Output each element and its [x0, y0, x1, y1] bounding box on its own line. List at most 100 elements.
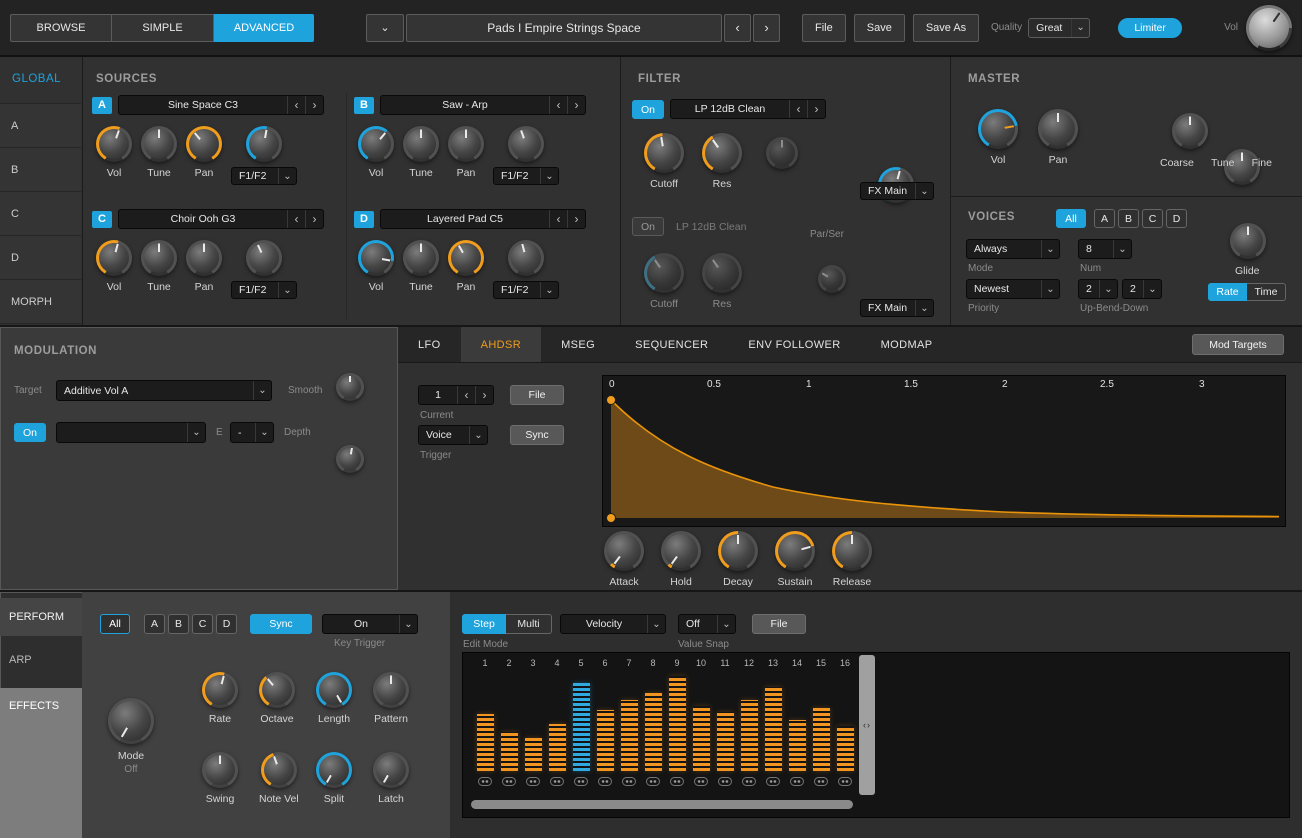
vol-knob[interactable] — [358, 240, 394, 276]
arp-b-button[interactable]: B — [168, 614, 189, 634]
mod-targets-button[interactable]: Mod Targets — [1192, 334, 1284, 355]
step-tie[interactable] — [809, 777, 833, 786]
master-volume-knob[interactable] — [1246, 5, 1292, 51]
cutoff-knob[interactable] — [644, 133, 684, 173]
edit-step-button[interactable]: Step — [462, 614, 506, 634]
prev-icon[interactable]: ‹ — [549, 210, 567, 228]
voices-mode-select[interactable]: Always ⌄ — [966, 239, 1060, 259]
step-tie[interactable] — [641, 777, 665, 786]
step-bar[interactable] — [713, 673, 737, 771]
filter1-extra-knob[interactable] — [766, 137, 798, 169]
nav-item-b[interactable]: B — [0, 147, 81, 191]
step-bar[interactable] — [785, 673, 809, 771]
step-bar[interactable] — [617, 673, 641, 771]
envelope-index-field[interactable]: 1 ‹ › — [418, 385, 494, 405]
coarse-tune-knob[interactable] — [1172, 113, 1208, 149]
zoom-scroll-handle[interactable]: ‹› — [859, 655, 875, 795]
filter2-type-field[interactable]: LP 12dB Clean — [676, 221, 746, 233]
step-tie[interactable] — [569, 777, 593, 786]
limiter-button[interactable]: Limiter — [1118, 18, 1182, 38]
tune-knob[interactable] — [403, 126, 439, 162]
filter1-route-select[interactable]: FX Main ⌄ — [860, 182, 934, 200]
arp-c-button[interactable]: C — [192, 614, 213, 634]
source-name-field[interactable]: Sine Space C3 ‹ › — [118, 95, 324, 115]
prev-icon[interactable]: ‹ — [287, 96, 305, 114]
step-bar[interactable] — [737, 673, 761, 771]
next-icon[interactable]: › — [305, 96, 323, 114]
tune-knob[interactable] — [141, 240, 177, 276]
step-tie[interactable] — [785, 777, 809, 786]
step-bar[interactable] — [545, 673, 569, 771]
advanced-button[interactable]: ADVANCED — [214, 14, 314, 42]
nav-item-d[interactable]: D — [0, 235, 81, 279]
filter-send-knob[interactable] — [508, 240, 544, 276]
decay-knob[interactable] — [718, 531, 758, 571]
filter-send-knob[interactable] — [246, 240, 282, 276]
tune-knob[interactable] — [141, 126, 177, 162]
tab-sequencer[interactable]: SEQUENCER — [615, 327, 728, 362]
browse-button[interactable]: BROWSE — [10, 14, 112, 42]
step-file-button[interactable]: File — [752, 614, 806, 634]
latch-knob[interactable] — [373, 752, 409, 788]
attack-knob[interactable] — [604, 531, 644, 571]
voices-a-button[interactable]: A — [1094, 209, 1115, 228]
arp-sync-button[interactable]: Sync — [250, 614, 312, 634]
octave-knob[interactable] — [259, 672, 295, 708]
horizontal-scrollbar[interactable] — [471, 800, 853, 809]
arp-d-button[interactable]: D — [216, 614, 237, 634]
par-ser-knob[interactable] — [818, 265, 846, 293]
glide-rate-button[interactable]: Rate — [1208, 283, 1247, 301]
step-param-select[interactable]: Velocity ⌄ — [560, 614, 666, 634]
filter2-route-select[interactable]: FX Main ⌄ — [860, 299, 934, 317]
release-knob[interactable] — [832, 531, 872, 571]
step-bar[interactable] — [473, 673, 497, 771]
envelope-sync-button[interactable]: Sync — [510, 425, 564, 445]
step-bar[interactable] — [521, 673, 545, 771]
step-bar[interactable] — [761, 673, 785, 771]
arp-a-button[interactable]: A — [144, 614, 165, 634]
save-button[interactable]: Save — [854, 14, 905, 42]
file-button[interactable]: File — [802, 14, 846, 42]
nav-item-c[interactable]: C — [0, 191, 81, 235]
pan-knob[interactable] — [186, 126, 222, 162]
step-tie[interactable] — [521, 777, 545, 786]
mod-target-select[interactable]: Additive Vol A ⌄ — [56, 380, 272, 401]
next-icon[interactable]: › — [567, 96, 585, 114]
mod-operator-select[interactable]: - ⌄ — [230, 422, 274, 443]
smooth-knob[interactable] — [336, 373, 364, 401]
tab-modmap[interactable]: MODMAP — [861, 327, 953, 362]
bend-up-select[interactable]: 2 ⌄ — [1078, 279, 1118, 299]
step-tie[interactable] — [713, 777, 737, 786]
tab-perform[interactable]: PERFORM — [0, 598, 82, 636]
simple-button[interactable]: SIMPLE — [112, 14, 214, 42]
voices-all-button[interactable]: All — [1056, 209, 1086, 228]
step-tie[interactable] — [833, 777, 857, 786]
step-bar[interactable] — [569, 673, 593, 771]
voices-num-select[interactable]: 8 ⌄ — [1078, 239, 1132, 259]
res-knob[interactable] — [702, 133, 742, 173]
prev-icon[interactable]: ‹ — [457, 386, 475, 404]
prev-icon[interactable]: ‹ — [789, 100, 807, 118]
global-tab[interactable]: GLOBAL — [12, 73, 61, 85]
hold-knob[interactable] — [661, 531, 701, 571]
glide-time-button[interactable]: Time — [1247, 283, 1286, 301]
preset-name-field[interactable]: Pads I Empire Strings Space — [406, 14, 722, 42]
filter1-on-button[interactable]: On — [632, 100, 664, 119]
depth-knob[interactable] — [336, 445, 364, 473]
vol-knob[interactable] — [358, 126, 394, 162]
tune-knob[interactable] — [403, 240, 439, 276]
next-icon[interactable]: › — [807, 100, 825, 118]
filter-routing-select[interactable]: F1/F2⌄ — [493, 281, 559, 299]
step-tie[interactable] — [665, 777, 689, 786]
step-tie[interactable] — [761, 777, 785, 786]
filter2-on-button[interactable]: On — [632, 217, 664, 236]
next-icon[interactable]: › — [305, 210, 323, 228]
filter1-type-field[interactable]: LP 12dB Clean ‹ › — [670, 99, 826, 119]
tab-ahdsr[interactable]: AHDSR — [461, 327, 542, 362]
split-knob[interactable] — [316, 752, 352, 788]
arp-all-button[interactable]: All — [100, 614, 130, 634]
rate-knob[interactable] — [202, 672, 238, 708]
master-vol-knob[interactable] — [978, 109, 1018, 149]
preset-prev-button[interactable]: ‹ — [724, 14, 751, 42]
pattern-knob[interactable] — [373, 672, 409, 708]
